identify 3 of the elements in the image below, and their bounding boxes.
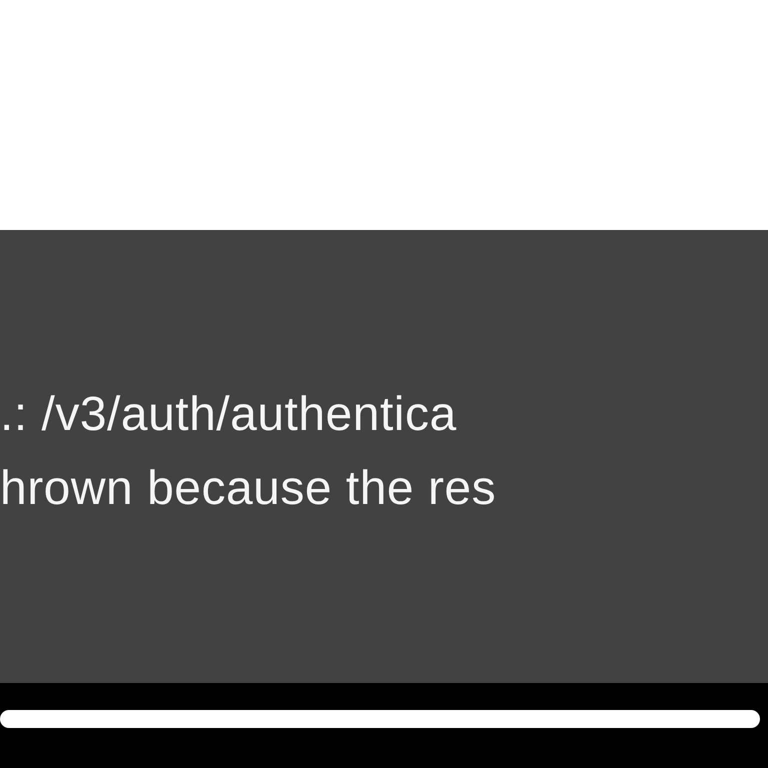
error-message-line: hrown because the res [0,464,496,512]
home-indicator[interactable] [0,710,760,728]
error-message-line: .: /v3/auth/authentica [0,390,457,438]
